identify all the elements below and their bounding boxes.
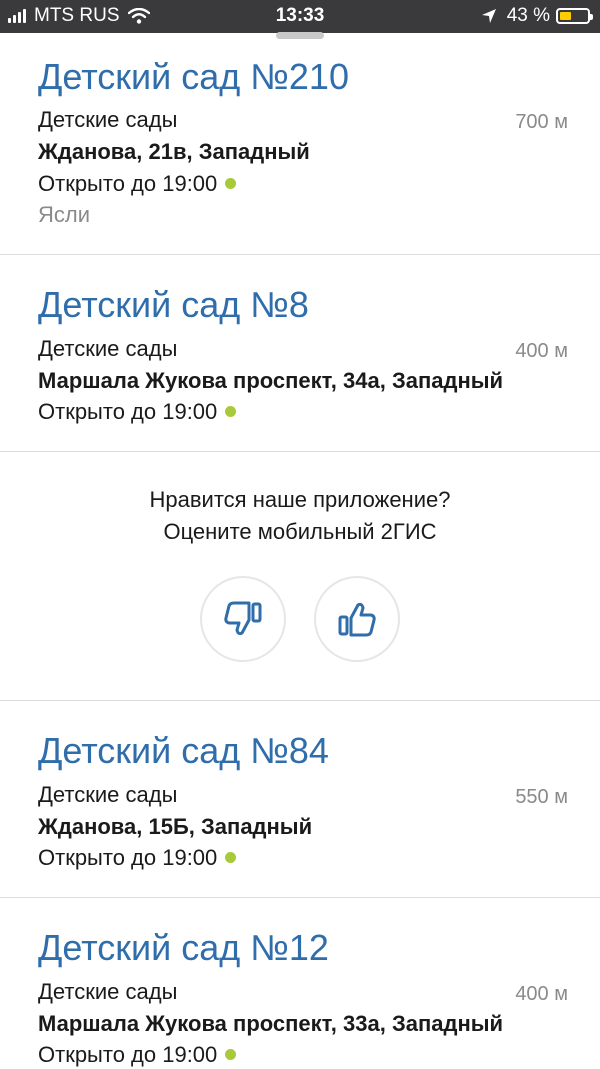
list-item[interactable]: Детский сад №8 Детские сады 400 м Маршал… — [0, 255, 600, 452]
result-title[interactable]: Детский сад №8 — [38, 285, 309, 325]
open-status-dot — [225, 852, 237, 863]
result-address: Маршала Жукова проспект, 34а, Западный — [38, 368, 504, 393]
result-category: Детские сады — [38, 107, 178, 132]
location-arrow-icon — [481, 9, 496, 23]
like-button[interactable] — [314, 576, 400, 662]
open-status-dot — [225, 1049, 237, 1060]
rate-question: Нравится наше приложение? — [149, 487, 451, 512]
hours-text: Открыто до 19:00 — [38, 845, 218, 870]
status-bar: MTS RUS 13:33 43 % — [0, 0, 600, 33]
result-category: Детские сады — [38, 782, 178, 807]
result-extra: Ясли — [38, 202, 91, 227]
result-hours: Открыто до 19:00 — [38, 844, 237, 872]
result-title[interactable]: Детский сад №210 — [38, 57, 349, 97]
result-hours: Открыто до 19:00 — [38, 1041, 237, 1069]
result-address: Маршала Жукова проспект, 33а, Западный — [38, 1011, 504, 1036]
hours-text: Открыто до 19:00 — [38, 1042, 218, 1067]
drag-handle[interactable] — [276, 32, 324, 39]
result-hours: Открыто до 19:00 — [38, 398, 237, 426]
dislike-button[interactable] — [200, 576, 286, 662]
result-title[interactable]: Детский сад №84 — [38, 731, 329, 771]
thumbs-down-icon — [224, 601, 262, 636]
result-hours: Открыто до 19:00 — [38, 170, 237, 198]
result-distance: 550 м — [515, 786, 568, 808]
result-distance: 700 м — [515, 111, 568, 133]
hours-text: Открыто до 19:00 — [38, 171, 218, 196]
battery-icon — [556, 8, 593, 24]
result-address: Жданова, 15Б, Западный — [38, 814, 313, 839]
result-address: Жданова, 21в, Западный — [38, 139, 310, 164]
result-title[interactable]: Детский сад №12 — [38, 928, 329, 968]
rate-app-prompt: Нравится наше приложение? Оцените мобиль… — [0, 452, 600, 701]
list-item[interactable]: Детский сад №210 Детские сады 700 м Ждан… — [0, 40, 600, 255]
result-distance: 400 м — [515, 340, 568, 362]
result-category: Детские сады — [38, 336, 178, 361]
open-status-dot — [225, 178, 237, 189]
thumbs-up-icon — [338, 602, 376, 637]
list-item[interactable]: Детский сад №84 Детские сады 550 м Ждано… — [0, 701, 600, 898]
result-distance: 400 м — [515, 983, 568, 1005]
battery-percent: 43 % — [506, 5, 550, 26]
open-status-dot — [225, 406, 237, 417]
rate-subtitle: Оцените мобильный 2ГИС — [163, 519, 437, 544]
result-category: Детские сады — [38, 979, 178, 1004]
hours-text: Открыто до 19:00 — [38, 399, 218, 424]
list-item[interactable]: Детский сад №12 Детские сады 400 м Марша… — [0, 898, 600, 1069]
